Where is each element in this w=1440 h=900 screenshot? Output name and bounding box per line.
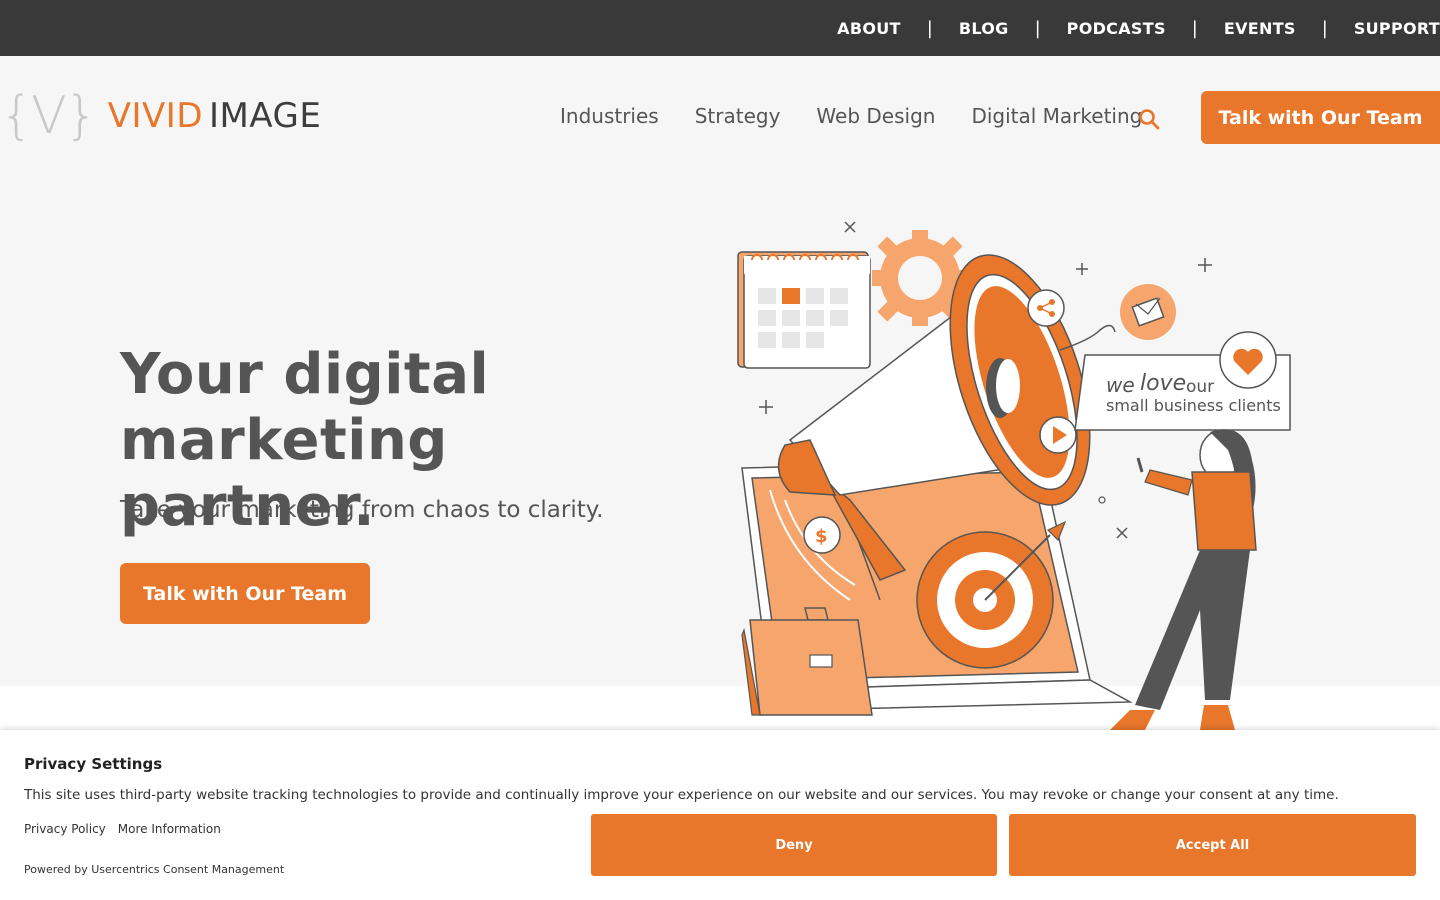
logo-bracket-v: {V} [0, 86, 98, 146]
nav-about-link[interactable]: ABOUT [837, 19, 901, 38]
calendar-icon [737, 251, 871, 369]
search-icon[interactable] [1138, 108, 1160, 130]
privacy-policy-link[interactable]: Privacy Policy [24, 822, 106, 836]
accept-all-button[interactable]: Accept All [1009, 814, 1416, 876]
bubble-our-text: our [1186, 377, 1214, 397]
consent-title: Privacy Settings [24, 755, 163, 773]
nav-separator: | [1034, 17, 1041, 39]
logo-word-image: IMAGE [209, 96, 322, 136]
share-icon [1027, 289, 1065, 327]
vivid-image-logo[interactable]: {V} VIVID IMAGE [0, 86, 321, 146]
talk-with-team-hero-button[interactable]: Talk with Our Team [120, 563, 370, 624]
deny-button[interactable]: Deny [591, 814, 997, 876]
nav-support-link[interactable]: SUPPORT [1354, 19, 1440, 38]
woman-character-figure [1110, 429, 1257, 730]
mail-icon [1120, 284, 1176, 340]
hero-subtitle: Take your marketing from chaos to clarit… [120, 497, 604, 523]
we-love-speech-bubble: we love our small business clients [1074, 331, 1291, 431]
nav-separator: | [1321, 17, 1328, 39]
bubble-love-text: love [1140, 371, 1186, 396]
play-icon [1039, 416, 1077, 454]
nav-digital-marketing[interactable]: Digital Marketing [971, 104, 1142, 128]
talk-with-team-header-button[interactable]: Talk with Our Team [1201, 91, 1440, 144]
nav-strategy[interactable]: Strategy [695, 104, 781, 128]
logo-word-vivid: VIVID [107, 96, 204, 136]
privacy-consent-banner: Privacy Settings This site uses third-pa… [0, 730, 1440, 900]
top-utility-bar: ABOUT | BLOG | PODCASTS | EVENTS | SUPPO… [0, 0, 1440, 56]
nav-separator: | [1191, 17, 1198, 39]
powered-by-text: Powered by Usercentrics Consent Manageme… [24, 863, 285, 876]
more-information-link[interactable]: More Information [118, 822, 221, 836]
nav-blog-link[interactable]: BLOG [959, 19, 1009, 38]
nav-events-link[interactable]: EVENTS [1224, 19, 1296, 38]
nav-web-design[interactable]: Web Design [816, 104, 935, 128]
briefcase-icon [741, 607, 873, 716]
hero-title-line1: Your digital [120, 342, 490, 407]
nav-industries[interactable]: Industries [560, 104, 659, 128]
svg-text:$: $ [815, 526, 828, 547]
marketing-megaphone-illustration: we love our small business clients $ [737, 221, 1291, 730]
bubble-we-text: we [1106, 373, 1135, 397]
utility-nav: ABOUT | BLOG | PODCASTS | EVENTS | SUPPO… [837, 0, 1440, 56]
bubble-line2-text: small business clients [1106, 396, 1281, 415]
site-header: {V} VIVID IMAGE Industries Strategy Web … [0, 56, 1440, 180]
consent-links: Privacy Policy More Information [24, 822, 233, 836]
consent-description: This site uses third-party website track… [24, 787, 1339, 803]
nav-podcasts-link[interactable]: PODCASTS [1067, 19, 1166, 38]
main-nav: Industries Strategy Web Design Digital M… [560, 104, 1178, 128]
nav-separator: | [926, 17, 933, 39]
dollar-coin-icon: $ [803, 516, 841, 554]
